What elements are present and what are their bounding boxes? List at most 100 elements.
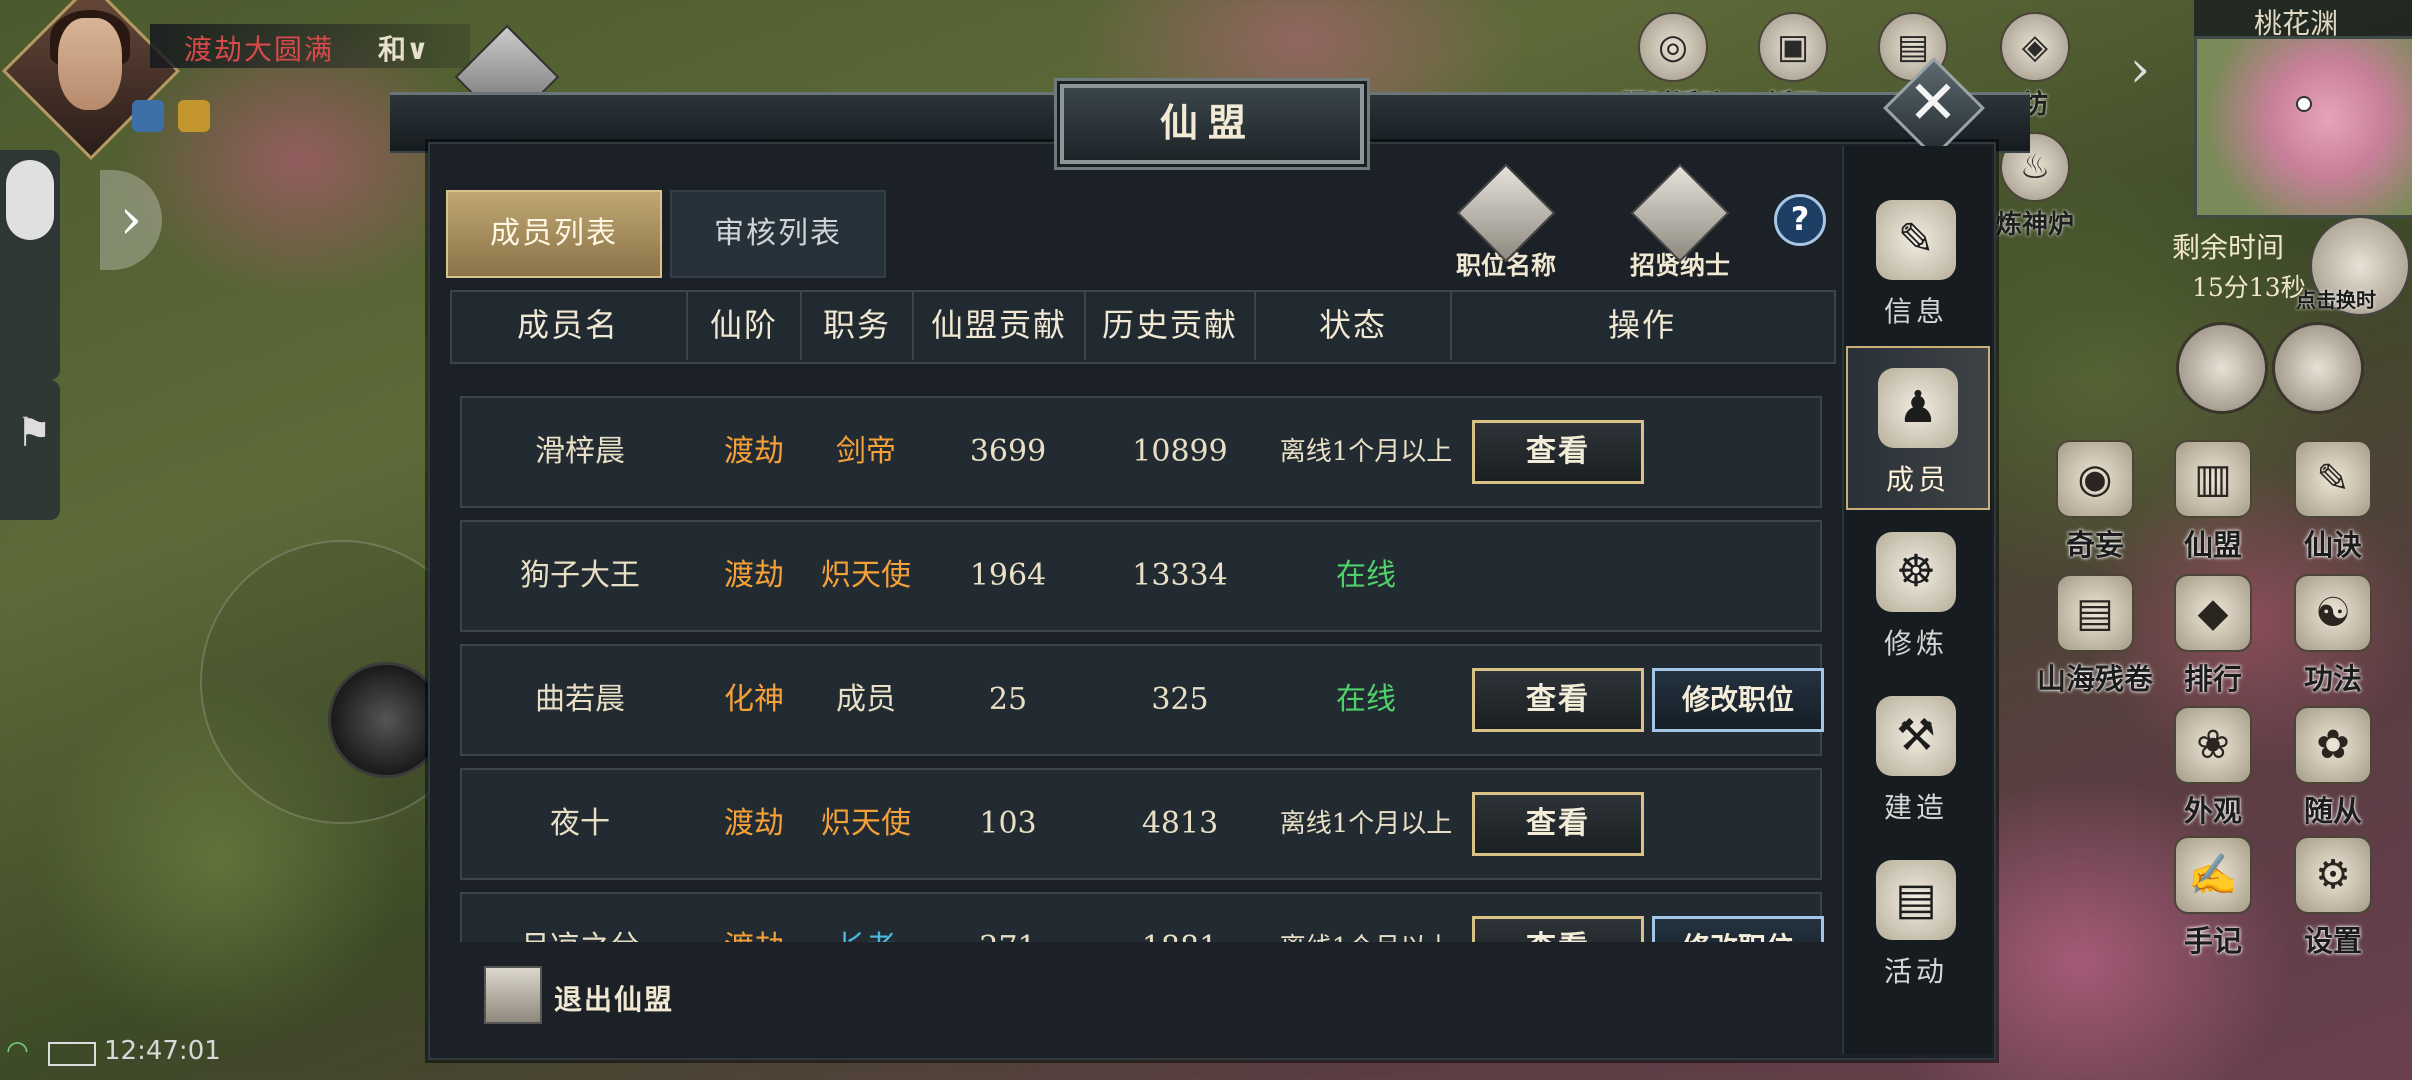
- member-history: 13334: [1132, 558, 1228, 593]
- side-menu-label: 功法: [2303, 662, 2362, 696]
- member-contribution: 1964: [969, 558, 1047, 593]
- side-menu-rank[interactable]: ◆ 排行: [2148, 574, 2278, 698]
- alliance-icon: ▥: [2174, 440, 2252, 518]
- side-menu-label: 手记: [2183, 924, 2242, 958]
- column-header-name: 成员名: [516, 306, 619, 344]
- member-history: 325: [1151, 682, 1209, 717]
- expand-left-arrow[interactable]: ›: [100, 170, 162, 270]
- tab-build[interactable]: ⚒ 建造: [1846, 676, 1986, 836]
- member-name: 夜十: [550, 806, 610, 841]
- change-position-button[interactable]: 修改职位: [1652, 668, 1824, 732]
- coin-icon: ◉: [2056, 440, 2134, 518]
- column-header-rank: 仙阶: [709, 306, 778, 344]
- appearance-icon: ❀: [2174, 706, 2252, 784]
- chat-bubble-icon: [6, 160, 54, 240]
- member-name: 狗子大王: [520, 558, 640, 593]
- follower-icon: ✿: [2294, 706, 2372, 784]
- prayer-icon: ▣: [1758, 12, 1828, 82]
- side-menu-label: 仙诀: [2303, 528, 2362, 562]
- tab-label: 修炼: [1883, 627, 1948, 660]
- tab-cultivate[interactable]: ☸ 修炼: [1846, 512, 1986, 672]
- member-role: 炽天使: [821, 806, 911, 841]
- buff-icon: [132, 100, 164, 132]
- member-contribution: 103: [979, 806, 1037, 841]
- side-menu-follower[interactable]: ✿ 随从: [2268, 706, 2398, 830]
- tab-label: 信息: [1883, 295, 1948, 328]
- view-button[interactable]: 查看: [1472, 792, 1644, 856]
- timer-label: 剩余时间: [2172, 231, 2285, 264]
- view-button[interactable]: 查看: [1472, 420, 1644, 484]
- side-menu-settings[interactable]: ⚙ 设置: [2268, 836, 2398, 960]
- member-history: 4813: [1141, 806, 1219, 841]
- view-button[interactable]: 查看: [1472, 668, 1644, 732]
- switch-time-label: 点击换时: [2296, 288, 2376, 312]
- peace-mode-toggle[interactable]: 和∨: [378, 28, 429, 68]
- change-position-button[interactable]: 修改职位: [1652, 916, 1824, 942]
- tab-member-list[interactable]: 成员列表: [446, 190, 662, 278]
- close-icon[interactable]: ✕: [1898, 68, 1968, 138]
- exit-alliance-icon[interactable]: [484, 966, 542, 1024]
- realm-label: 渡劫大圆满: [184, 33, 335, 66]
- table-row: 夜十 渡劫 炽天使 103 4813 离线1个月以上 查看: [460, 768, 1822, 880]
- side-menu-skill-book[interactable]: ✎ 仙诀: [2268, 440, 2398, 564]
- member-list[interactable]: 滑梓晨 渡劫 剑帝 3699 10899 离线1个月以上 查看 狗子大王 渡劫 …: [450, 376, 1832, 942]
- member-history: 10899: [1132, 434, 1228, 469]
- joystick-knob[interactable]: [328, 662, 444, 778]
- member-rank: 渡劫: [724, 806, 784, 841]
- table-row: 曲若晨 化神 成员 25 325 在线 查看 修改职位: [460, 644, 1824, 756]
- flag-button[interactable]: ⚑: [0, 380, 60, 520]
- side-menu-technique[interactable]: ☯ 功法: [2268, 574, 2398, 698]
- tab-review-list[interactable]: 审核列表: [670, 190, 886, 278]
- side-menu-appearance[interactable]: ❀ 外观: [2148, 706, 2278, 830]
- member-contribution: 271: [922, 894, 1094, 942]
- money-bag-icon[interactable]: [2176, 322, 2268, 414]
- activity-icon: ▤: [1876, 860, 1956, 940]
- member-role: 炽天使: [821, 558, 911, 593]
- side-menu-qiwang[interactable]: ◉ 奇妄: [2030, 440, 2160, 564]
- column-header-status: 状态: [1318, 306, 1387, 344]
- side-menu-alliance[interactable]: ▥ 仙盟: [2148, 440, 2278, 564]
- table-row: 滑梓晨 渡劫 剑帝 3699 10899 离线1个月以上 查看: [460, 396, 1822, 508]
- tab-members[interactable]: ♟ 成员: [1846, 346, 1990, 510]
- battery-icon: [48, 1042, 96, 1066]
- tab-activity[interactable]: ▤ 活动: [1846, 840, 1986, 1000]
- build-icon: ⚒: [1876, 696, 1956, 776]
- wifi-icon: ◠: [6, 1036, 29, 1066]
- player-marker-icon: [2296, 96, 2312, 112]
- timer-value: 15分13秒: [2192, 273, 2306, 302]
- avatar: [58, 18, 122, 110]
- info-icon: ✎: [1876, 200, 1956, 280]
- table-row: 狗子大王 渡劫 炽天使 1964 13334 在线: [460, 520, 1822, 632]
- panel-title: 仙盟: [1159, 100, 1256, 145]
- member-contribution: 3699: [969, 434, 1047, 469]
- rank-icon: ◆: [2174, 574, 2252, 652]
- member-name: 滑梓晨: [535, 434, 625, 469]
- chat-toggle[interactable]: [0, 150, 60, 380]
- side-menu-label: 奇妄: [2065, 528, 2124, 562]
- scroll-icon: ▤: [2056, 574, 2134, 652]
- member-status: 离线1个月以上: [1279, 809, 1453, 839]
- collapse-menu-arrow[interactable]: ›: [2130, 40, 2150, 98]
- help-button[interactable]: ?: [1774, 194, 1826, 246]
- view-button[interactable]: 查看: [1472, 916, 1644, 942]
- taiji-icon: ☯: [2294, 574, 2372, 652]
- swirl-icon[interactable]: [2272, 322, 2364, 414]
- member-status: 离线1个月以上: [1266, 894, 1466, 942]
- exit-alliance-button[interactable]: 退出仙盟: [554, 978, 674, 1018]
- member-rank: 渡劫: [724, 558, 784, 593]
- tab-info[interactable]: ✎ 信息: [1846, 180, 1986, 340]
- position-names-button[interactable]: 职位名称: [1426, 163, 1586, 282]
- tab-label: 成员: [1885, 463, 1950, 496]
- side-menu-label: 设置: [2303, 924, 2362, 958]
- minimap[interactable]: [2194, 36, 2412, 218]
- member-status: 在线: [1336, 558, 1396, 593]
- member-contribution: 25: [988, 682, 1028, 717]
- side-menu-notebook[interactable]: ✍ 手记: [2148, 836, 2278, 960]
- tab-label: 建造: [1883, 791, 1948, 824]
- members-icon: ♟: [1878, 368, 1958, 448]
- recruit-button[interactable]: 招贤纳士: [1600, 163, 1760, 282]
- flag-icon: ⚑: [16, 410, 52, 456]
- member-name: 曲若晨: [535, 682, 625, 717]
- column-header-role: 职务: [822, 306, 891, 344]
- gourd-icon: [178, 100, 210, 132]
